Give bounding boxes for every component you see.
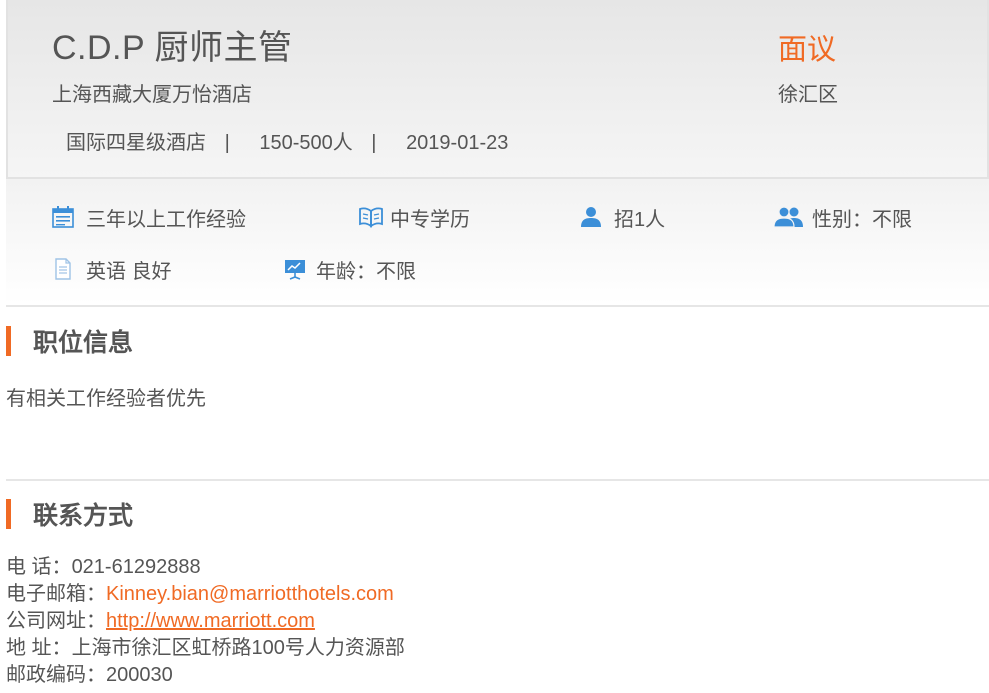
phone-label: 电 话：	[6, 556, 72, 578]
attr-headcount: 招1人	[578, 203, 665, 231]
meta-separator: |	[224, 132, 230, 154]
section-divider	[6, 479, 989, 481]
section-accent-bar	[6, 499, 11, 529]
company-meta: 国际四星级酒店 | 150-500人 | 2019-01-23	[66, 126, 508, 155]
post-date: 2019-01-23	[406, 132, 509, 154]
meta-separator: |	[371, 132, 377, 154]
job-detail-page: C.D.P 厨师主管 面议 上海西藏大厦万怡酒店 徐汇区 国际四星级酒店 | 1…	[0, 0, 989, 693]
calendar-icon	[50, 204, 76, 230]
person-icon	[578, 204, 604, 230]
experience-label: 三年以上工作经验	[86, 208, 246, 231]
address-label: 地 址：	[6, 637, 72, 659]
postcode-label: 邮政编码：	[6, 664, 106, 686]
job-description: 有相关工作经验者优先	[6, 388, 206, 410]
language-label: 英语 良好	[86, 260, 172, 283]
contact-website-row: 公司网址：http://www.marriott.com	[6, 608, 405, 635]
section-accent-bar	[6, 326, 11, 356]
job-header-card: C.D.P 厨师主管 面议 上海西藏大厦万怡酒店 徐汇区 国际四星级酒店 | 1…	[6, 0, 989, 179]
gender-label: 性别：不限	[812, 208, 912, 231]
salary: 面议	[778, 34, 837, 66]
website-label: 公司网址：	[6, 610, 106, 632]
attr-gender: 性别：不限	[774, 203, 912, 231]
address-value: 上海市徐汇区虹桥路100号人力资源部	[71, 637, 405, 659]
contact-header: 联系方式	[6, 498, 133, 530]
contact-postcode-row: 邮政编码：200030	[6, 662, 405, 689]
contact-email-row: 电子邮箱：Kinney.bian@marriotthotels.com	[6, 581, 405, 608]
headcount-label: 招1人	[614, 208, 666, 231]
job-info-title: 职位信息	[33, 329, 134, 357]
attr-age: 年龄：不限	[282, 255, 416, 283]
age-label: 年龄：不限	[316, 260, 416, 283]
company-size: 150-500人	[259, 132, 353, 154]
email-label: 电子邮箱：	[6, 583, 106, 605]
presentation-icon	[282, 256, 308, 282]
contact-phone-row: 电 话：021-61292888	[6, 554, 405, 581]
education-label: 中专学历	[390, 208, 470, 231]
attr-language: 英语 良好	[50, 255, 172, 283]
district: 徐汇区	[778, 84, 838, 106]
website-link[interactable]: http://www.marriott.com	[106, 610, 315, 632]
attr-education: 中专学历	[358, 203, 470, 231]
document-icon	[50, 256, 76, 282]
book-icon	[358, 204, 384, 230]
job-title: C.D.P 厨师主管	[52, 29, 293, 67]
contact-info: 电 话：021-61292888 电子邮箱：Kinney.bian@marrio…	[6, 554, 405, 689]
attr-experience: 三年以上工作经验	[50, 203, 246, 231]
email-value[interactable]: Kinney.bian@marriotthotels.com	[106, 583, 394, 605]
job-attributes: 三年以上工作经验 中专学历 招1人 性别：不限 英语 良好 年龄：不限	[6, 179, 989, 307]
contact-title: 联系方式	[33, 502, 134, 530]
postcode-value: 200030	[106, 664, 173, 686]
company-name[interactable]: 上海西藏大厦万怡酒店	[52, 78, 252, 107]
people-icon	[774, 204, 804, 230]
job-info-header: 职位信息	[6, 325, 133, 357]
hotel-type: 国际四星级酒店	[66, 132, 206, 154]
contact-address-row: 地 址：上海市徐汇区虹桥路100号人力资源部	[6, 635, 405, 662]
phone-value: 021-61292888	[71, 556, 201, 578]
